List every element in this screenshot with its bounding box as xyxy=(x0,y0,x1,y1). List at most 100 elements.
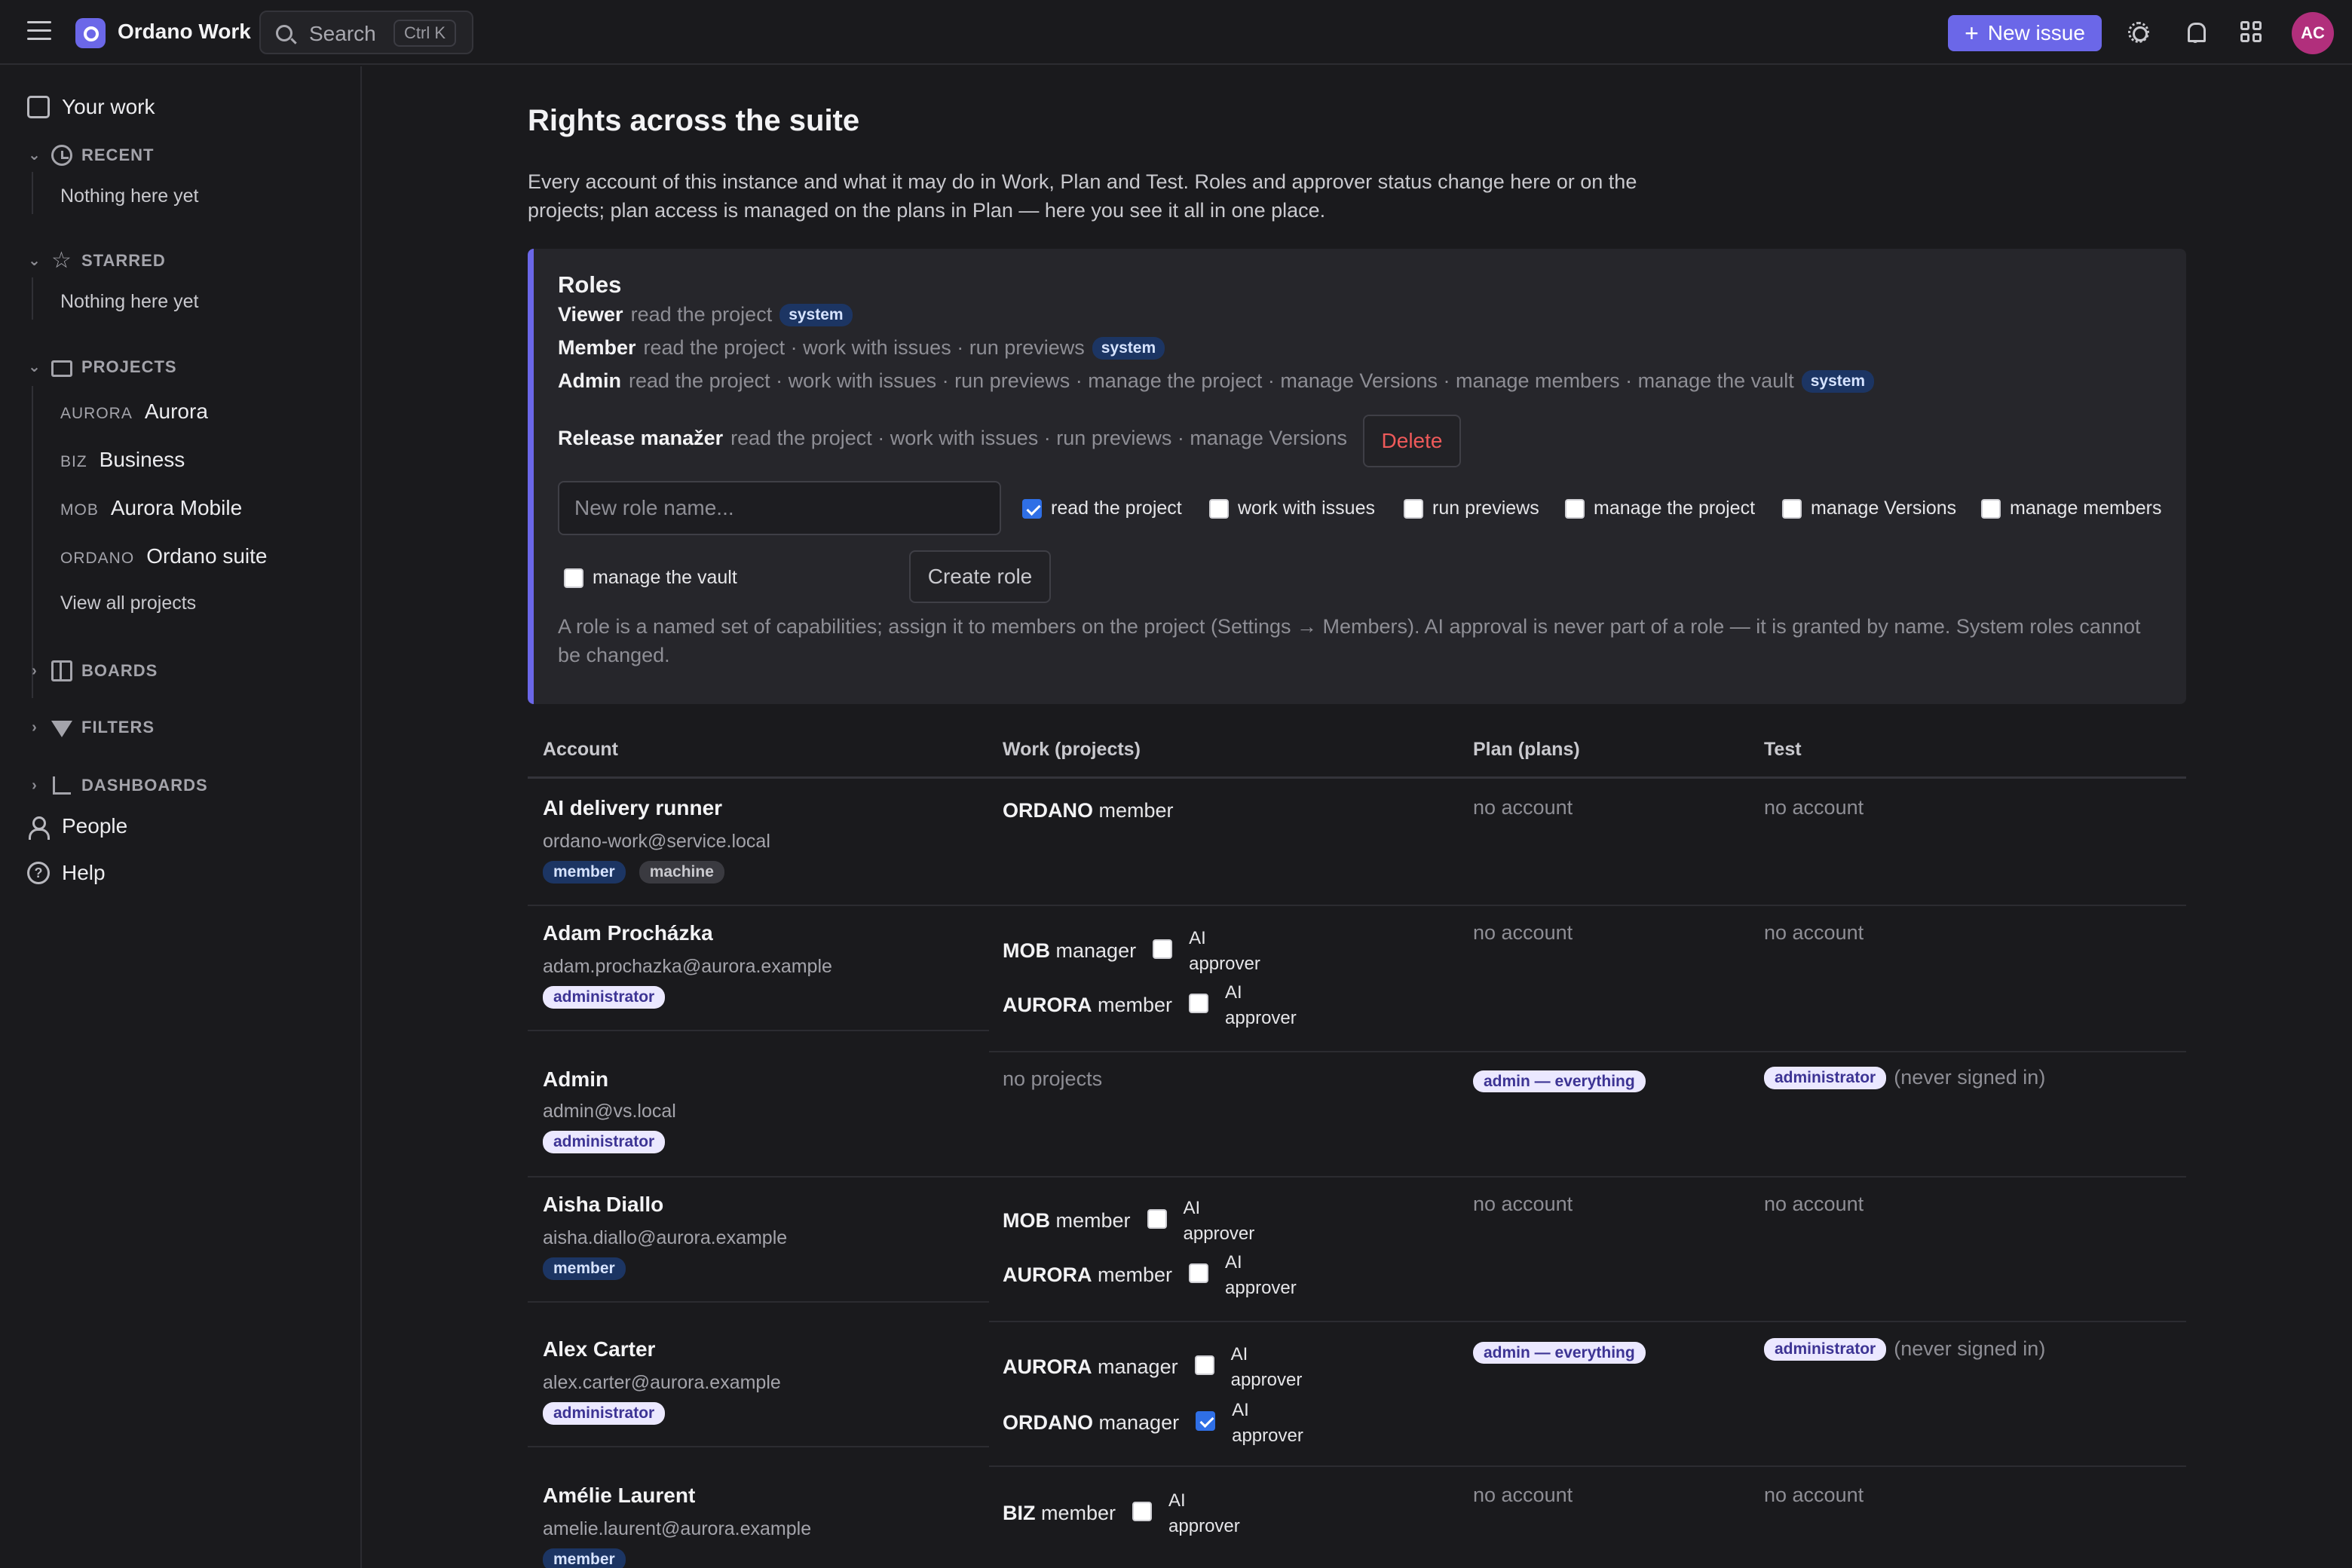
new-issue-button[interactable]: + New issue xyxy=(1948,15,2102,51)
cap-manage-members[interactable]: manage members xyxy=(1981,498,2161,519)
ai-label-2: approver xyxy=(1230,1370,1303,1390)
project-key: MOB xyxy=(1003,1209,1050,1232)
sidebar-item-project-aurora[interactable]: AURORA Aurora xyxy=(60,400,208,424)
ai-label-1: AI xyxy=(1232,1400,1249,1420)
ai-label-2: approver xyxy=(1189,954,1260,974)
cap-run-previews[interactable]: run previews xyxy=(1404,498,1539,519)
roles-card: Roles Viewer read the project system Mem… xyxy=(528,249,2186,704)
checkbox[interactable] xyxy=(1981,498,2001,519)
project-role-text: ORDANO member xyxy=(1003,786,1174,822)
sidebar-section-filters[interactable]: › FILTERS xyxy=(27,718,155,737)
section-label: BOARDS xyxy=(81,661,158,680)
sidebar: Your work ⌄ RECENT Nothing here yet ⌄ ☆ … xyxy=(0,66,362,1568)
ai-approver-checkbox[interactable] xyxy=(1189,1263,1209,1283)
chevron-right-icon: › xyxy=(32,777,38,794)
row-divider xyxy=(528,905,2186,906)
cap-label: read the project xyxy=(1051,498,1182,519)
section-label: FILTERS xyxy=(81,718,155,737)
plan-admin-badge: admin — everything xyxy=(1473,1342,1646,1364)
cap-work-with-issues[interactable]: work with issues xyxy=(1209,498,1375,519)
avatar[interactable]: AC xyxy=(2292,12,2334,54)
row-divider xyxy=(989,1051,2186,1052)
column-header-plan: Plan (plans) xyxy=(1473,739,1580,760)
sidebar-item-project-mob[interactable]: MOB Aurora Mobile xyxy=(60,496,242,520)
project-role-name: manager xyxy=(1055,939,1137,962)
sidebar-section-recent[interactable]: ⌄ RECENT xyxy=(27,145,154,166)
sidebar-item-project-ordano[interactable]: ORDANO Ordano suite xyxy=(60,544,268,568)
chevron-down-icon: ⌄ xyxy=(28,253,41,269)
ai-approver-checkbox[interactable] xyxy=(1189,994,1209,1013)
cap-manage-versions[interactable]: manage Versions xyxy=(1782,498,1956,519)
account-badges: member xyxy=(543,1548,626,1568)
sidebar-section-projects[interactable]: ⌄ PROJECTS xyxy=(27,357,177,377)
machine-badge: machine xyxy=(639,861,724,884)
project-role-name: member xyxy=(1098,799,1174,822)
cap-read-the-project[interactable]: read the project xyxy=(1022,498,1182,519)
ai-label-2: approver xyxy=(1183,1223,1255,1244)
checkbox[interactable] xyxy=(1404,498,1423,519)
column-header-account: Account xyxy=(543,739,618,760)
plus-icon: + xyxy=(1965,20,1979,47)
checkbox[interactable] xyxy=(1209,498,1229,519)
account-name: Admin xyxy=(543,1067,609,1091)
chevron-right-icon: › xyxy=(32,663,38,679)
checkbox[interactable] xyxy=(1782,498,1802,519)
plan-access: admin — everything xyxy=(1473,1067,1646,1092)
role-capabilities: read the project · work with issues · ru… xyxy=(643,336,1085,359)
view-all-projects-link[interactable]: View all projects xyxy=(60,593,196,614)
checkbox[interactable] xyxy=(1022,498,1042,519)
project-role: ORDANO member xyxy=(1003,786,1174,822)
ai-approver-checkbox[interactable] xyxy=(1196,1411,1216,1431)
sidebar-item-project-biz[interactable]: BIZ Business xyxy=(60,448,185,472)
account-email: admin@vs.local xyxy=(543,1101,676,1122)
sidebar-item-your-work[interactable]: Your work xyxy=(27,95,155,119)
project-role: AURORA member AI approver xyxy=(1003,980,1297,1031)
project-role: MOB manager AI approver xyxy=(1003,926,1260,977)
ai-approver-checkbox[interactable] xyxy=(1153,939,1173,959)
app-title[interactable]: Ordano Work xyxy=(118,20,251,44)
row-divider xyxy=(528,1176,2186,1178)
ai-approver-label: AI approver xyxy=(1225,1250,1297,1301)
ai-approver-checkbox[interactable] xyxy=(1194,1355,1214,1375)
role-capabilities: read the project · work with issues · ru… xyxy=(730,427,1347,449)
project-role: AURORA member AI approver xyxy=(1003,1250,1297,1301)
account-name: Adam Procházka xyxy=(543,921,713,945)
theme-toggle-icon[interactable] xyxy=(2126,20,2151,45)
work-no-projects: no projects xyxy=(1003,1067,1103,1090)
sidebar-item-people[interactable]: People xyxy=(27,814,128,840)
app-logo-icon[interactable] xyxy=(75,18,106,48)
delete-role-button[interactable]: Delete xyxy=(1363,415,1461,467)
new-role-name-input[interactable]: New role name... xyxy=(558,481,1001,535)
sidebar-section-starred[interactable]: ⌄ ☆ STARRED xyxy=(27,250,166,272)
account-badges: administrator xyxy=(543,1131,666,1153)
checkbox[interactable] xyxy=(1565,498,1585,519)
create-role-button[interactable]: Create role xyxy=(909,550,1051,603)
cap-manage-the-project[interactable]: manage the project xyxy=(1565,498,1755,519)
project-role-name: manager xyxy=(1098,1355,1178,1378)
ai-approver-checkbox[interactable] xyxy=(1132,1502,1153,1521)
help-icon: ? xyxy=(27,862,50,884)
apps-grid-icon[interactable] xyxy=(2239,20,2265,45)
account-badges: member machine xyxy=(543,861,724,884)
system-badge: system xyxy=(1092,336,1165,360)
notifications-icon[interactable] xyxy=(2182,20,2207,45)
project-role-text: MOB manager xyxy=(1003,926,1136,963)
recent-empty-text: Nothing here yet xyxy=(60,185,199,207)
people-icon xyxy=(27,815,50,840)
ai-label-2: approver xyxy=(1225,1008,1297,1028)
account-email: aisha.diallo@aurora.example xyxy=(543,1227,788,1248)
sidebar-item-label: People xyxy=(62,814,128,838)
account-email: alex.carter@aurora.example xyxy=(543,1372,781,1393)
ai-approver-checkbox[interactable] xyxy=(1147,1209,1167,1229)
checkbox[interactable] xyxy=(564,568,583,588)
cap-manage-the-vault[interactable]: manage the vault xyxy=(564,567,737,589)
sidebar-item-help[interactable]: ? Help xyxy=(27,861,106,885)
project-key: MOB xyxy=(60,501,99,519)
menu-icon[interactable] xyxy=(27,21,51,42)
sidebar-section-boards[interactable]: › BOARDS xyxy=(27,660,158,681)
board-icon xyxy=(51,660,72,681)
main-content: Rights across the suite Every account of… xyxy=(363,66,2352,1568)
search-button[interactable]: Search Ctrl K xyxy=(259,11,473,54)
starred-empty-text: Nothing here yet xyxy=(60,291,199,312)
sidebar-section-dashboards[interactable]: › DASHBOARDS xyxy=(27,775,208,796)
